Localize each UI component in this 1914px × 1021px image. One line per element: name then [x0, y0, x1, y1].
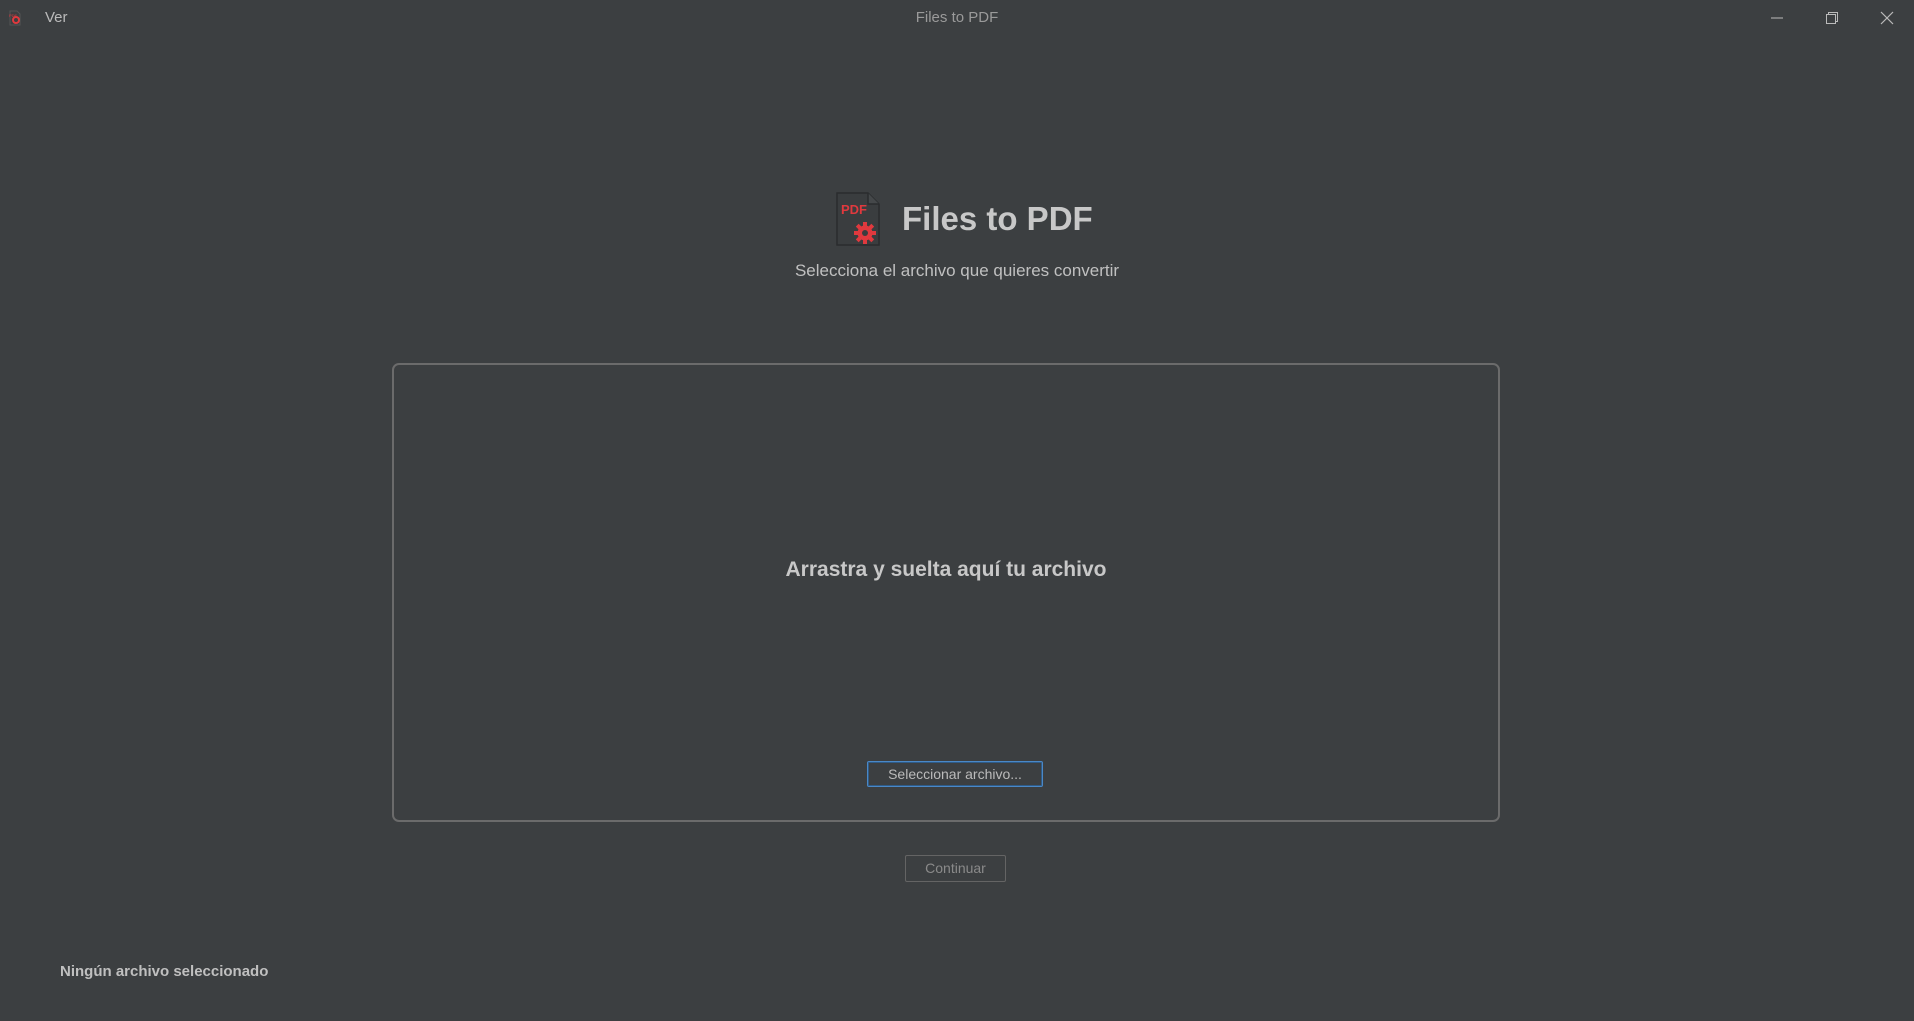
- pdf-gear-icon[interactable]: PDF: [7, 10, 23, 26]
- menu-ver[interactable]: Ver: [45, 9, 68, 26]
- title-bar: PDF Ver Files to PDF: [0, 0, 1914, 36]
- minimize-icon: [1771, 17, 1783, 19]
- logo-text: PDF: [841, 202, 867, 217]
- pdf-gear-icon: PDF: [836, 192, 880, 246]
- minimize-button[interactable]: [1750, 0, 1804, 36]
- drop-zone-prompt: Arrastra y suelta aquí tu archivo: [785, 558, 1107, 581]
- continue-button[interactable]: Continuar: [905, 855, 1006, 882]
- select-file-button[interactable]: Seleccionar archivo...: [867, 761, 1043, 787]
- close-button[interactable]: [1860, 0, 1914, 36]
- close-icon: [1880, 11, 1894, 25]
- svg-text:PDF: PDF: [9, 13, 18, 18]
- file-drop-zone[interactable]: Arrastra y suelta aquí tu archivo Selecc…: [392, 363, 1500, 822]
- restore-icon: [1826, 12, 1838, 24]
- page-title: Files to PDF: [902, 200, 1093, 237]
- maximize-button[interactable]: [1805, 0, 1859, 36]
- status-text: Ningún archivo seleccionado: [60, 963, 269, 980]
- window-title: Files to PDF: [915, 9, 999, 26]
- page-subtitle: Selecciona el archivo que quieres conver…: [794, 261, 1120, 280]
